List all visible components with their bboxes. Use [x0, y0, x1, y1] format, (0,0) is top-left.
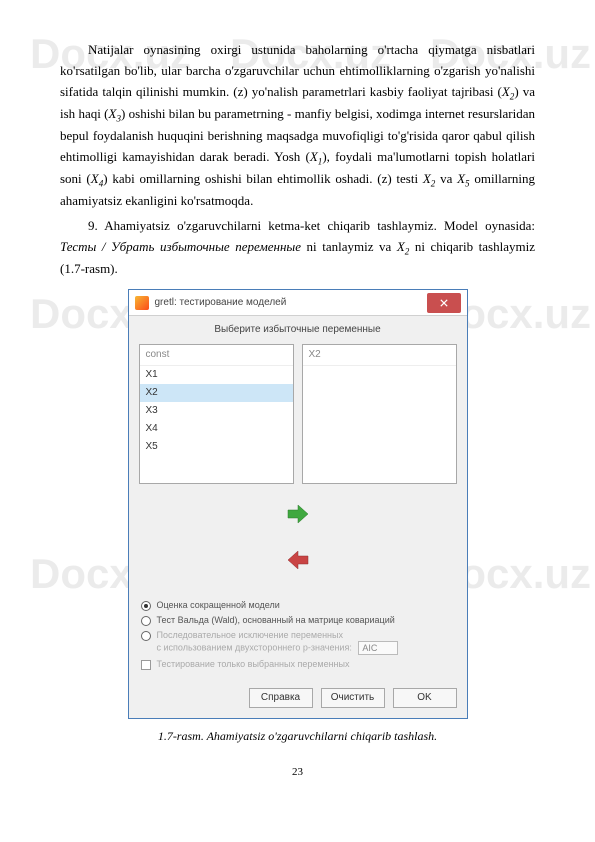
checkbox-icon [141, 660, 151, 670]
list-item[interactable]: X2 [140, 384, 293, 402]
paragraph-2: 9. Ahamiyatsiz o'zgaruvchilarni ketma-ke… [60, 216, 535, 280]
text: ) kabi omillarning oshishi bilan ehtimol… [103, 171, 423, 186]
option-2[interactable]: Тест Вальда (Wald), основанный на матриц… [141, 615, 455, 626]
dialog-screenshot: gretl: тестирование моделей Выберите изб… [60, 289, 535, 719]
text: va [435, 171, 457, 186]
page-number: 23 [60, 764, 535, 782]
criterion-select[interactable]: AIC [358, 641, 398, 655]
clear-button[interactable]: Очистить [321, 688, 385, 708]
right-listbox[interactable]: X2 [302, 344, 457, 484]
arrow-left-icon [286, 550, 310, 570]
titlebar: gretl: тестирование моделей [129, 290, 467, 316]
menu-path: Тесты / Убрать избыточные переменные [60, 239, 301, 254]
page-content: Natijalar oynasining oxirgi ustunida bah… [0, 0, 595, 802]
dialog-subtitle: Выберите избыточные переменные [129, 316, 467, 344]
option-1[interactable]: Оценка сокращенной модели [141, 600, 455, 611]
list-item[interactable]: X3 [140, 402, 293, 420]
var-x5: X5 [457, 171, 470, 186]
radio-icon [141, 601, 151, 611]
option-label: Оценка сокращенной модели [157, 600, 455, 611]
app-icon [135, 296, 149, 310]
radio-icon [141, 631, 151, 641]
option-label: Тестирование только выбранных переменных [157, 659, 455, 670]
lists-area: const X1 X2 X3 X4 X5 X2 [129, 344, 467, 484]
dialog-title: gretl: тестирование моделей [155, 295, 427, 311]
text: ni tanlaymiz va [301, 239, 397, 254]
var-x2c: X2 [397, 239, 410, 254]
gretl-dialog: gretl: тестирование моделей Выберите изб… [128, 289, 468, 719]
option-label: Тест Вальда (Wald), основанный на матриц… [157, 615, 455, 626]
transfer-buttons [129, 484, 467, 590]
help-button[interactable]: Справка [249, 688, 313, 708]
dialog-buttons: Справка Очистить OK [129, 680, 467, 718]
close-icon [440, 299, 448, 307]
var-x4: X4 [91, 171, 104, 186]
arrow-right-icon [286, 504, 310, 524]
remove-button[interactable] [283, 548, 313, 572]
list-item[interactable]: X5 [140, 438, 293, 456]
var-x2b: X2 [423, 171, 436, 186]
paragraph-1: Natijalar oynasining oxirgi ustunida bah… [60, 40, 535, 212]
add-button[interactable] [283, 502, 313, 526]
option-label: Последовательное исключение переменных с… [157, 630, 455, 655]
list-item[interactable]: X1 [140, 366, 293, 384]
radio-icon [141, 616, 151, 626]
var-x2: X2 [502, 84, 515, 99]
list-header-left: const [140, 345, 293, 366]
var-x3: X3 [109, 106, 122, 121]
text: Natijalar oynasining oxirgi ustunida bah… [60, 42, 535, 99]
text: 9. Ahamiyatsiz o'zgaruvchilarni ketma-ke… [88, 218, 535, 233]
close-button[interactable] [427, 293, 461, 313]
left-listbox[interactable]: const X1 X2 X3 X4 X5 [139, 344, 294, 484]
var-x1: X1 [310, 149, 323, 164]
options-group: Оценка сокращенной модели Тест Вальда (W… [129, 590, 467, 680]
figure-caption: 1.7-rasm. Ahamiyatsiz o'zgaruvchilarni c… [60, 727, 535, 746]
list-item[interactable]: X4 [140, 420, 293, 438]
list-header-right: X2 [303, 345, 456, 366]
option-4[interactable]: Тестирование только выбранных переменных [141, 659, 455, 670]
option-3[interactable]: Последовательное исключение переменных с… [141, 630, 455, 655]
ok-button[interactable]: OK [393, 688, 457, 708]
